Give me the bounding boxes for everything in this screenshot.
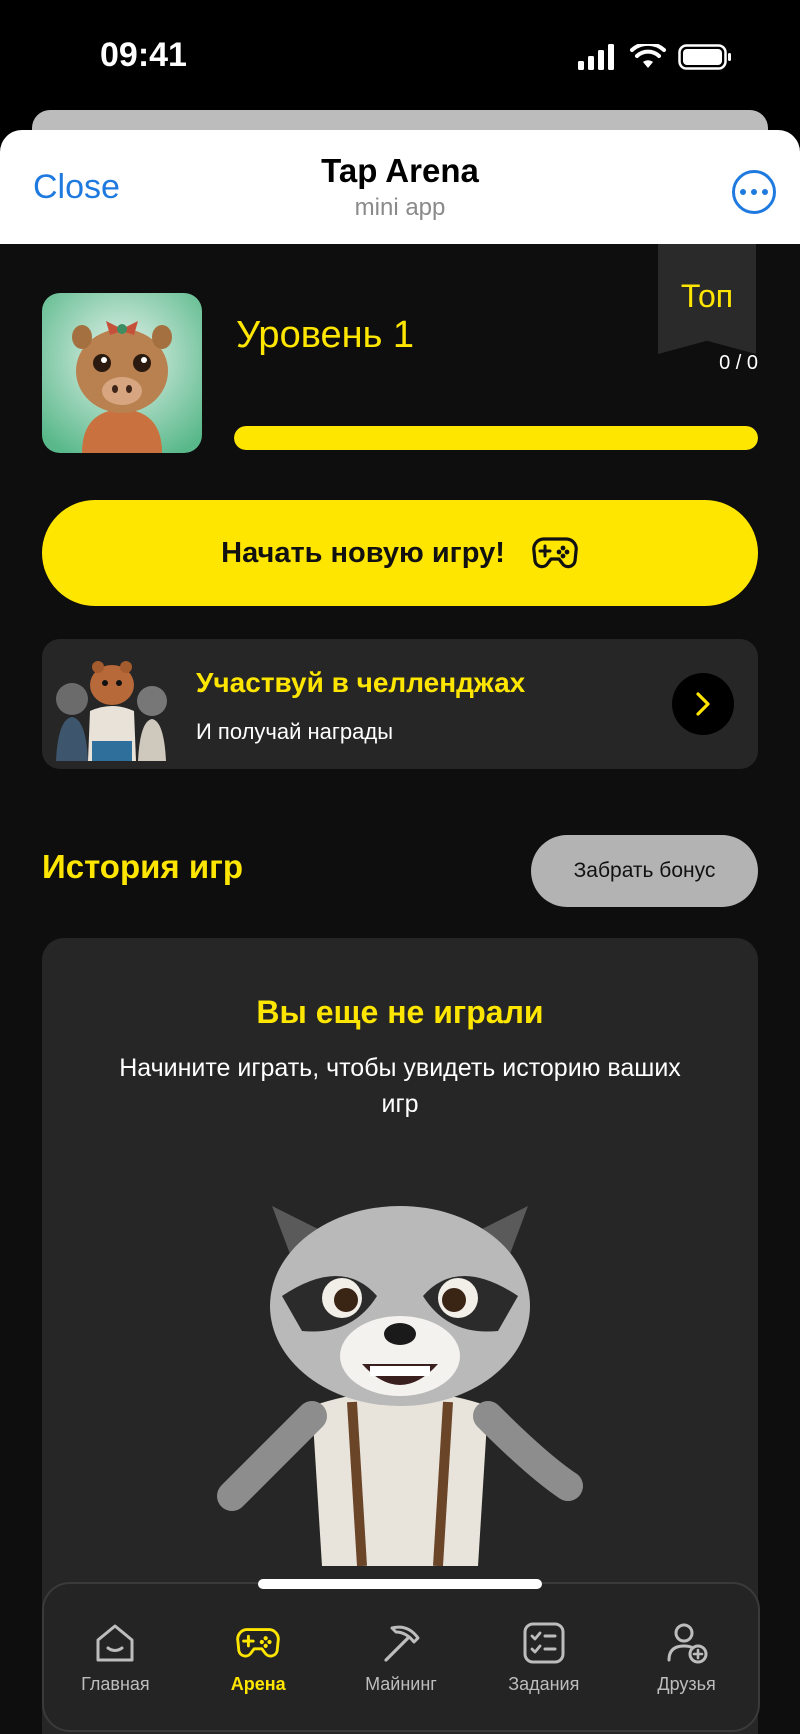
pickaxe-icon bbox=[384, 1625, 420, 1662]
mini-app-sheet: Close Tap Arena mini app Топ Уровень 1 0… bbox=[0, 130, 800, 1734]
empty-history-title: Вы еще не играли bbox=[256, 994, 544, 1030]
avatar bbox=[42, 293, 202, 453]
app-title: Tap Arena bbox=[321, 152, 479, 189]
wifi-icon bbox=[630, 44, 666, 68]
challenges-subtitle: И получай награды bbox=[196, 719, 394, 744]
raccoon-illustration bbox=[217, 1206, 583, 1566]
status-icons bbox=[578, 44, 732, 70]
app-subtitle: mini app bbox=[354, 194, 446, 221]
signal-icon bbox=[578, 44, 614, 70]
more-dot-icon bbox=[762, 189, 768, 195]
home-icon bbox=[96, 1624, 134, 1661]
nav-item-label: Друзья bbox=[657, 1673, 716, 1694]
nav-item-tasks[interactable]: Задания bbox=[484, 1620, 604, 1695]
more-options-button[interactable] bbox=[732, 170, 776, 214]
history-title: История игр bbox=[42, 848, 244, 885]
nav-item-home[interactable]: Главная bbox=[55, 1620, 175, 1695]
nav-item-label: Майнинг bbox=[365, 1673, 437, 1694]
characters-group-icon bbox=[56, 661, 167, 761]
nav-item-friends[interactable]: Друзья bbox=[627, 1620, 747, 1695]
top-ribbon-button[interactable]: Топ bbox=[658, 244, 756, 354]
bottom-navigation: Главная Арена Майнинг Задания Друзья bbox=[42, 1582, 760, 1732]
level-progress-bar bbox=[234, 426, 758, 450]
nav-item-arena[interactable]: Арена bbox=[198, 1620, 318, 1695]
progress-text: 0 / 0 bbox=[719, 352, 758, 374]
gamepad-icon bbox=[532, 537, 578, 569]
challenges-arrow-button[interactable] bbox=[672, 673, 734, 735]
challenges-card[interactable]: Участвуй в челленджах И получай награды bbox=[42, 639, 758, 769]
nav-item-mining[interactable]: Майнинг bbox=[341, 1620, 461, 1695]
more-dot-icon bbox=[751, 189, 757, 195]
new-game-button[interactable]: Начать новую игру! bbox=[42, 500, 758, 606]
challenges-title: Участвуй в челленджах bbox=[196, 667, 526, 698]
capybara-avatar-icon bbox=[42, 293, 202, 453]
home-indicator[interactable] bbox=[258, 1579, 542, 1589]
nav-item-label: Главная bbox=[81, 1673, 150, 1694]
chevron-right-icon bbox=[696, 692, 710, 716]
checklist-icon bbox=[523, 1622, 565, 1663]
gamepad-icon bbox=[236, 1627, 280, 1657]
top-ribbon-label: Топ bbox=[680, 278, 734, 314]
mini-app-header: Close Tap Arena mini app bbox=[0, 130, 800, 244]
level-progress-fill bbox=[234, 426, 758, 450]
more-dot-icon bbox=[740, 189, 746, 195]
new-game-label: Начать новую игру! bbox=[221, 536, 505, 569]
nav-item-label: Задания bbox=[508, 1673, 580, 1694]
battery-icon bbox=[678, 44, 731, 70]
claim-bonus-button[interactable]: Забрать бонус bbox=[531, 835, 758, 907]
level-title: Уровень 1 bbox=[236, 314, 415, 356]
nav-item-label: Арена bbox=[230, 1673, 286, 1694]
empty-history-text: Начините играть, чтобы увидеть историю в… bbox=[119, 1054, 681, 1118]
add-friend-icon bbox=[667, 1623, 708, 1663]
status-time: 09:41 bbox=[100, 36, 187, 74]
